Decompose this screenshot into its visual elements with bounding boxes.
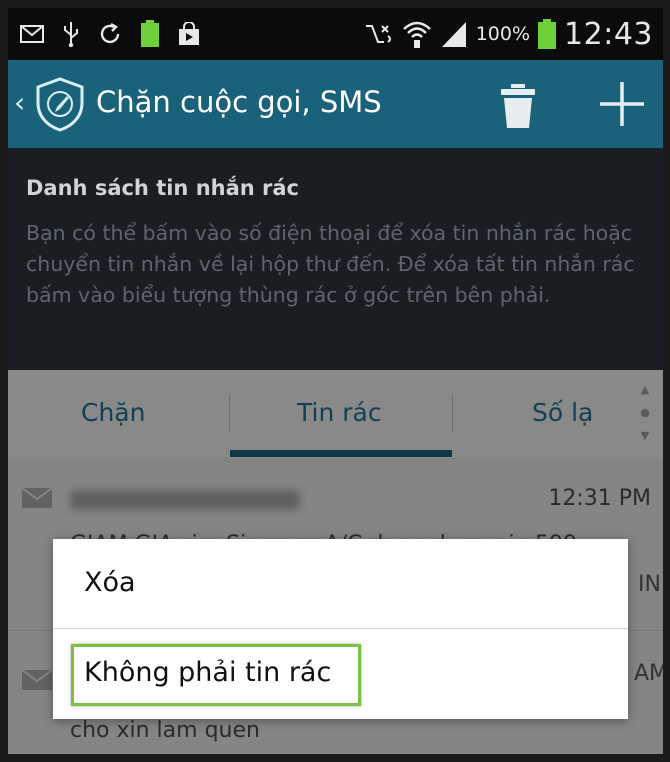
menu-item-label: Xóa	[84, 567, 136, 598]
info-panel: Danh sách tin nhắn rác Bạn có thể bấm và…	[8, 148, 663, 370]
plus-icon[interactable]	[596, 78, 648, 130]
cell-signal-icon	[441, 22, 466, 47]
phone-screen: 100% 12:43 ‹ Chặn cuộc gọi, SMS Danh sác…	[8, 8, 663, 754]
highlight-box	[71, 644, 361, 706]
trash-icon[interactable]	[496, 82, 540, 130]
context-menu-dialog: Xóa Không phải tin rác	[53, 539, 628, 719]
app-title: Chặn cuộc gọi, SMS	[96, 85, 382, 119]
usb-icon	[64, 22, 78, 47]
battery-icon	[538, 19, 557, 49]
battery-percent: 100%	[475, 23, 531, 45]
menu-item-delete[interactable]: Xóa	[53, 539, 628, 628]
info-title: Danh sách tin nhắn rác	[26, 176, 299, 200]
shield-logo-icon[interactable]	[34, 76, 86, 132]
sync-icon	[100, 22, 120, 44]
battery-full-icon	[141, 20, 159, 47]
system-status: 100% 12:43	[364, 14, 653, 54]
back-chevron-icon[interactable]: ‹	[14, 86, 25, 119]
partial-text: IN	[638, 572, 661, 597]
mail-icon	[20, 25, 44, 43]
notification-icons	[20, 18, 200, 50]
status-bar: 100% 12:43	[8, 8, 663, 60]
wifi-icon	[402, 21, 431, 48]
clock: 12:43	[564, 16, 653, 52]
app-bar: ‹ Chặn cuộc gọi, SMS	[8, 60, 663, 148]
nfc-icon	[365, 25, 391, 43]
shopping-bag-icon	[179, 22, 199, 45]
partial-text: AM	[634, 661, 663, 686]
info-description: Bạn có thể bấm vào số điện thoại để xóa …	[26, 221, 635, 307]
